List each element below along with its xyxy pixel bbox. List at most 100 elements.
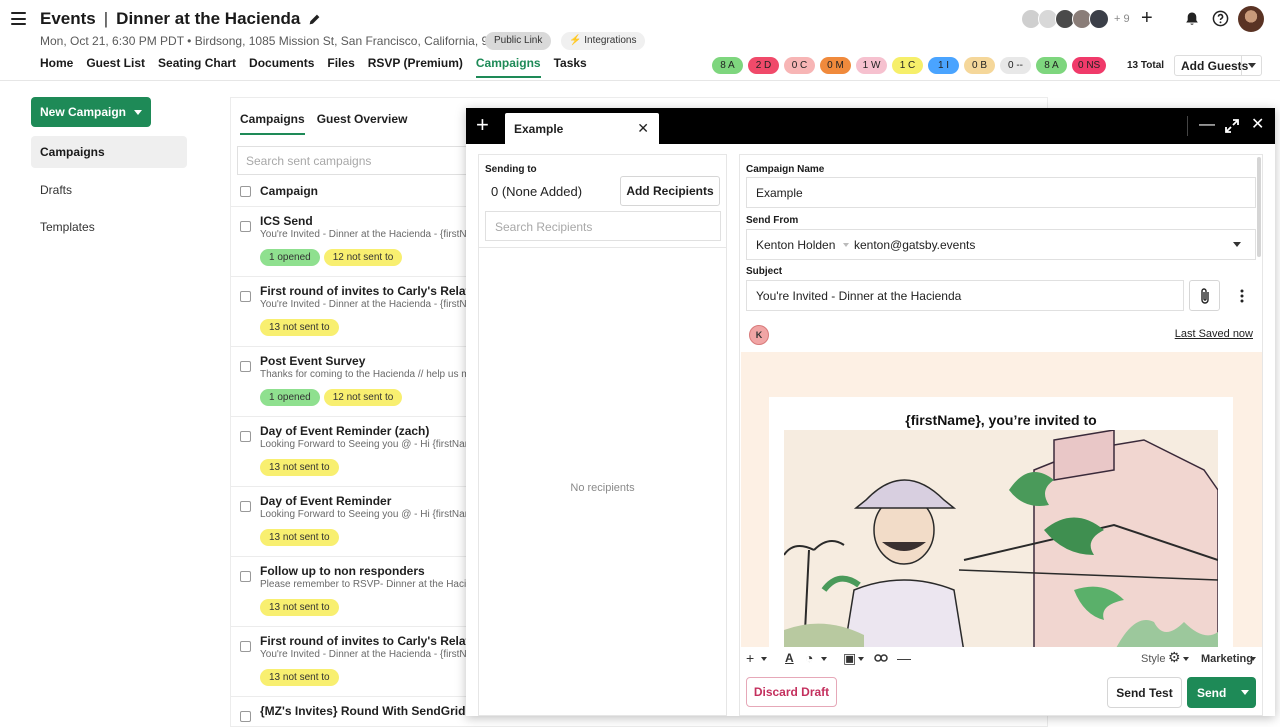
chevron-down-icon[interactable] — [843, 243, 849, 247]
palette-icon[interactable]: ◔ — [805, 651, 813, 665]
search-campaigns-input[interactable]: Search sent campaigns — [237, 146, 477, 175]
minimize-icon[interactable]: — — [1199, 116, 1215, 134]
nav-tasks[interactable]: Tasks — [554, 56, 587, 78]
select-all-checkbox[interactable] — [240, 185, 251, 197]
nav-rsvp[interactable]: RSVP (Premium) — [368, 56, 463, 78]
help-icon[interactable] — [1212, 10, 1229, 27]
stat-badge[interactable]: 8 A — [712, 57, 743, 74]
nav-documents[interactable]: Documents — [249, 56, 314, 78]
add-icon[interactable]: + — [1141, 8, 1153, 28]
row-checkbox[interactable] — [240, 641, 251, 652]
sidebar-item-templates[interactable]: Templates — [31, 211, 187, 243]
email-body[interactable]: {firstName}, you’re invited to — [769, 397, 1233, 647]
last-saved-link[interactable]: Last Saved now — [1175, 328, 1253, 340]
nav-files[interactable]: Files — [327, 56, 354, 78]
nav-campaigns[interactable]: Campaigns — [475, 56, 541, 78]
sidebar-item-drafts[interactable]: Drafts — [31, 174, 187, 206]
table-row[interactable]: First round of invites to Carly's Relati… — [230, 276, 470, 346]
send-test-button[interactable]: Send Test — [1107, 677, 1182, 708]
table-row[interactable]: Day of Event Reminder (zach) Looking For… — [230, 416, 470, 486]
editor-tab[interactable]: Example ✕ — [505, 113, 659, 144]
text-color-icon[interactable]: A — [785, 651, 794, 665]
close-tab-icon[interactable]: ✕ — [637, 121, 649, 135]
campaign-snippet: Looking Forward to Seeing you @ - Hi {fi… — [260, 509, 466, 520]
chevron-down-icon[interactable] — [1233, 242, 1241, 247]
chevron-down-icon[interactable] — [1250, 657, 1256, 661]
stat-badge[interactable]: 2 D — [748, 57, 779, 74]
stat-badge[interactable]: 0 -- — [1000, 57, 1031, 74]
row-checkbox[interactable] — [240, 431, 251, 442]
add-guests-button[interactable]: Add Guests — [1174, 55, 1262, 76]
chevron-down-icon[interactable] — [1234, 677, 1256, 708]
stat-badge[interactable]: 1 I — [928, 57, 959, 74]
edit-pencil-icon[interactable] — [308, 13, 321, 26]
subject-label: Subject — [746, 266, 783, 277]
table-row[interactable]: Day of Event Reminder Looking Forward to… — [230, 486, 470, 556]
chevron-down-icon[interactable] — [761, 657, 767, 661]
new-tab-icon[interactable]: + — [476, 114, 489, 136]
stat-badge[interactable]: 0 C — [784, 57, 815, 74]
stat-badge[interactable]: 0 B — [964, 57, 995, 74]
marketing-select[interactable]: Marketing — [1201, 653, 1253, 665]
chevron-down-icon[interactable] — [125, 97, 151, 127]
row-checkbox[interactable] — [240, 571, 251, 582]
chevron-down-icon[interactable] — [858, 657, 864, 661]
search-recipients-input[interactable]: Search Recipients — [485, 211, 721, 241]
more-collaborators[interactable]: + 9 — [1114, 13, 1130, 25]
nav-seating-chart[interactable]: Seating Chart — [158, 56, 236, 78]
send-from-select[interactable]: Kenton Holden kenton@gatsby.events — [746, 229, 1256, 260]
discard-draft-button[interactable]: Discard Draft — [746, 677, 837, 707]
link-icon[interactable] — [874, 653, 888, 663]
bell-icon[interactable] — [1184, 11, 1200, 27]
scrollbar[interactable] — [1257, 157, 1261, 257]
profile-avatar[interactable] — [1238, 6, 1264, 32]
nav-home[interactable]: Home — [40, 56, 73, 78]
attachment-button[interactable] — [1189, 280, 1220, 311]
events-link[interactable]: Events — [40, 9, 96, 29]
tab-campaigns[interactable]: Campaigns — [240, 112, 305, 135]
email-canvas[interactable]: {firstName}, you’re invited to — [741, 352, 1262, 647]
row-checkbox[interactable] — [240, 361, 251, 372]
row-checkbox[interactable] — [240, 501, 251, 512]
table-row[interactable]: {MZ's Invites} Round With SendGrid Send — [230, 696, 470, 727]
public-link-button[interactable]: Public Link — [485, 32, 552, 50]
table-row[interactable]: ICS Send You're Invited - Dinner at the … — [230, 206, 470, 276]
row-checkbox[interactable] — [240, 291, 251, 302]
row-checkbox[interactable] — [240, 221, 251, 232]
chevron-down-icon[interactable] — [821, 657, 827, 661]
divider-icon[interactable]: — — [897, 651, 911, 665]
chevron-down-icon[interactable] — [1183, 657, 1189, 661]
stat-badge[interactable]: 0 M — [820, 57, 851, 74]
add-block-icon[interactable]: + — [746, 651, 754, 665]
subject-field[interactable]: You're Invited - Dinner at the Hacienda — [746, 280, 1184, 311]
tab-guest-overview[interactable]: Guest Overview — [317, 112, 408, 135]
nav-guest-list[interactable]: Guest List — [86, 56, 145, 78]
event-name: Dinner at the Hacienda — [116, 9, 301, 28]
campaign-name-field[interactable]: Example — [746, 177, 1256, 208]
stat-badge[interactable]: 1 W — [856, 57, 887, 74]
image-icon[interactable]: ▣ — [843, 651, 856, 665]
stat-badge[interactable]: 0 NS — [1072, 57, 1107, 74]
style-label[interactable]: Style — [1141, 653, 1165, 665]
hacienda-illustration-image[interactable] — [784, 430, 1218, 647]
table-row[interactable]: First round of invites to Carly's Relati… — [230, 626, 470, 696]
close-icon[interactable]: ✕ — [1251, 116, 1264, 134]
email-heading[interactable]: {firstName}, you’re invited to — [769, 412, 1233, 428]
table-row[interactable]: Post Event Survey Thanks for coming to t… — [230, 346, 470, 416]
row-checkbox[interactable] — [240, 711, 251, 722]
sidebar-item-campaigns[interactable]: Campaigns — [31, 136, 187, 168]
gear-icon[interactable]: ⚙ — [1168, 650, 1181, 664]
avatar[interactable] — [1089, 9, 1109, 29]
stat-badge[interactable]: 1 C — [892, 57, 923, 74]
stat-badge[interactable]: 8 A — [1036, 57, 1067, 74]
add-recipients-button[interactable]: Add Recipients — [620, 176, 720, 206]
send-button[interactable]: Send — [1187, 677, 1256, 708]
collaborator-avatars[interactable]: + 9 — [1021, 9, 1130, 29]
menu-icon[interactable] — [11, 12, 26, 25]
chevron-down-icon[interactable] — [1241, 56, 1261, 75]
more-options-button[interactable] — [1226, 280, 1257, 311]
new-campaign-button[interactable]: New Campaign — [31, 97, 151, 127]
integrations-button[interactable]: ⚡ Integrations — [561, 32, 645, 50]
expand-icon[interactable] — [1224, 118, 1240, 134]
table-row[interactable]: Follow up to non responders Please remem… — [230, 556, 470, 626]
